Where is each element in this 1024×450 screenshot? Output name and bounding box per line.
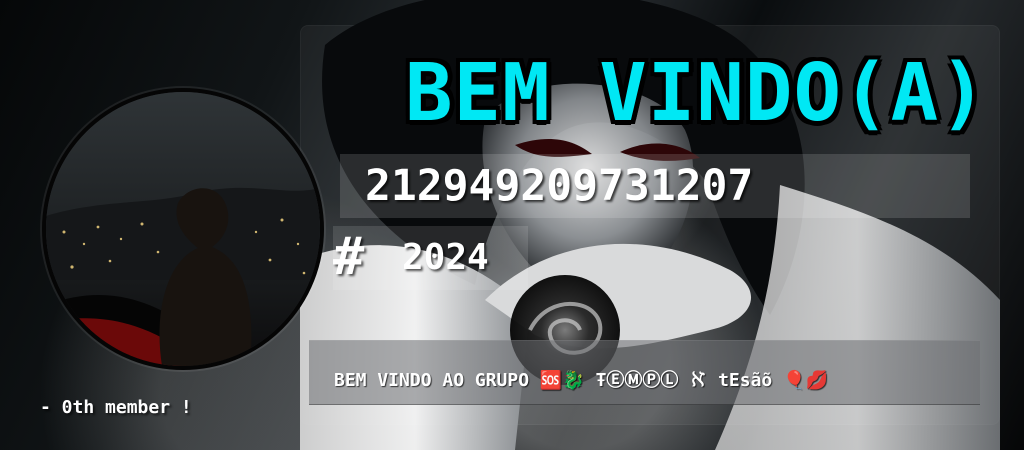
welcome-card: BEM VINDO(A) 212949209731207 # 2024 BEM … bbox=[0, 0, 1024, 450]
avatar bbox=[42, 88, 324, 370]
welcome-message: BEM VINDO AO GRUPO 🆘🐉 ŦⒺⓂⓅⓁ ℵ tEsãõ 🎈💋 bbox=[334, 370, 828, 391]
hash-icon: # bbox=[333, 227, 365, 287]
member-id: 212949209731207 bbox=[365, 161, 754, 211]
member-count: - 0th member ! bbox=[40, 397, 192, 418]
avatar-photo bbox=[46, 92, 320, 366]
page-title: BEM VINDO(A) bbox=[405, 47, 988, 139]
year-label: 2024 bbox=[402, 237, 489, 278]
